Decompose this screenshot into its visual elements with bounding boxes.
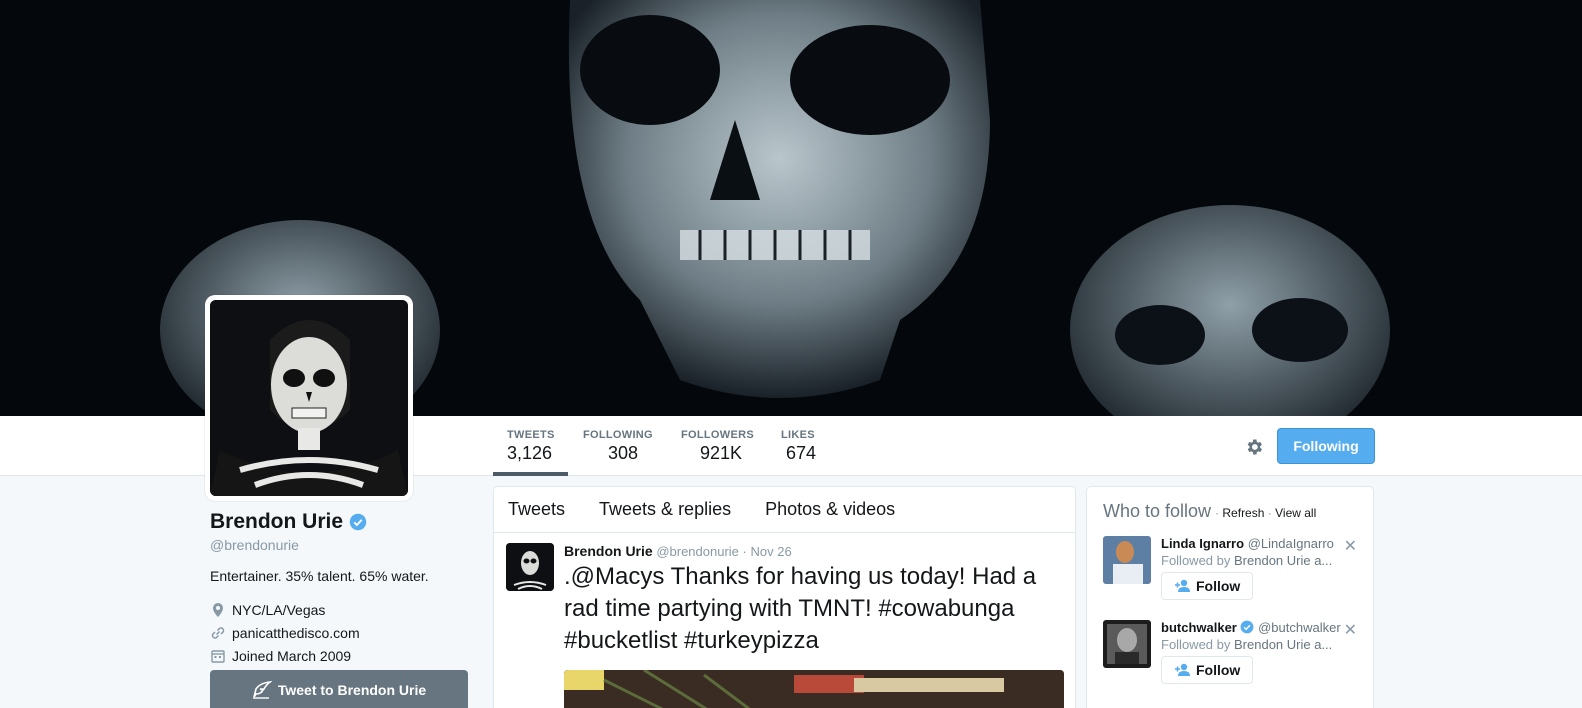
profile-bio: Entertainer. 35% talent. 65% water. [210,568,429,584]
suggestion-avatar-image [1103,620,1151,668]
profile-avatar[interactable] [205,295,413,501]
stat-following[interactable]: FOLLOWING 308 [583,416,663,476]
suggestion-avatar[interactable] [1103,536,1151,584]
tweet-photo-image [564,670,1064,708]
stat-label: FOLLOWING [583,429,653,441]
followed-by-label: Followed by [1161,637,1231,652]
followed-by-name: Brendon Urie a... [1234,637,1333,652]
link-icon [211,626,225,639]
tweet-item[interactable]: Brendon Urie @brendonurie · Nov 26 .@Mac… [494,533,1075,708]
tweet-text-prefix: . [564,563,571,590]
tab-tweets-replies[interactable]: Tweets & replies [599,499,731,520]
following-button[interactable]: Following [1277,428,1375,464]
profile-card: Brendon Urie @brendonurie Entertainer. 3… [210,510,470,667]
tweet-date[interactable]: Nov 26 [751,544,792,559]
stat-value: 3,126 [507,443,553,463]
timeline-tabs: Tweets Tweets & replies Photos & videos [494,487,1075,533]
tweet-photo[interactable] [564,670,1064,708]
suggestion-avatar[interactable] [1103,620,1151,668]
tweet-header-separator: · [742,544,747,559]
suggestion-item: butchwalker @butchwalker Followed by Bre… [1103,620,1357,690]
suggestion-name[interactable]: Linda Ignarro [1161,536,1244,551]
tweet-text: .@Macys Thanks for having us today! Had … [564,561,1063,657]
profile-handle[interactable]: @brendonurie [210,537,470,553]
follow-label: Follow [1196,662,1241,678]
gear-icon[interactable] [1244,437,1264,457]
timeline: Tweets Tweets & replies Photos & videos … [493,486,1076,708]
header-separator: · [1267,506,1272,520]
stat-followers[interactable]: FOLLOWERS 921K [681,416,761,476]
avatar-skeleton-image [210,300,408,496]
stat-likes[interactable]: LIKES 674 [781,416,821,476]
location-pin-icon [213,602,223,617]
stat-tweets[interactable]: TWEETS 3,126 [493,416,568,476]
tweet-body: Brendon Urie @brendonurie · Nov 26 .@Mac… [564,543,1064,708]
dismiss-suggestion-icon[interactable]: ✕ [1344,536,1357,556]
compose-feather-icon [252,681,272,699]
suggestion-handle[interactable]: @butchwalker [1258,620,1341,635]
view-all-link[interactable]: View all [1275,506,1316,520]
tweet-author-handle[interactable]: @brendonurie [656,544,739,559]
stat-label: LIKES [781,429,815,441]
location-row: NYC/LA/Vegas [210,598,470,621]
suggestion-item: Linda Ignarro @LindaIgnarro Followed by … [1103,536,1357,606]
followed-by-label: Followed by [1161,553,1231,568]
profile-meta: NYC/LA/Vegas panicatthedisco.com Joined … [210,598,470,667]
stat-label: FOLLOWERS [681,429,754,441]
joined-text: Joined March 2009 [232,647,352,664]
website-link[interactable]: panicatthedisco.com [232,625,360,641]
follow-label: Follow [1196,578,1241,594]
stat-label: TWEETS [507,429,555,441]
tweet-to-button[interactable]: Tweet to Brendon Urie [210,670,468,708]
tweet-author-name[interactable]: Brendon Urie [564,543,653,559]
location-text: NYC/LA/Vegas [232,601,326,618]
calendar-icon [211,649,225,663]
who-to-follow-title: Who to follow [1103,501,1212,521]
who-to-follow-module: Who to follow · Refresh · View all Linda… [1086,486,1374,708]
suggestion-followed-by: Followed by Brendon Urie a... [1161,637,1357,652]
verified-badge-icon [349,513,367,531]
suggestion-info: Linda Ignarro @LindaIgnarro Followed by … [1161,536,1357,600]
website-row: panicatthedisco.com [210,621,470,644]
tab-tweets[interactable]: Tweets [508,499,565,520]
avatar-skeleton-image [506,543,554,591]
joined-row: Joined March 2009 [210,644,470,667]
dismiss-suggestion-icon[interactable]: ✕ [1344,620,1357,640]
suggestion-info: butchwalker @butchwalker Followed by Bre… [1161,620,1357,684]
tab-photos-videos[interactable]: Photos & videos [765,499,895,520]
profile-name-row: Brendon Urie [210,510,470,534]
add-user-icon [1175,663,1190,676]
tweet-avatar[interactable] [506,543,554,591]
stat-value: 674 [785,443,817,463]
tweet-to-label: Tweet to Brendon Urie [277,682,427,698]
who-to-follow-header: Who to follow · Refresh · View all [1103,501,1357,522]
follow-button[interactable]: Follow [1161,572,1254,600]
followed-by-name: Brendon Urie a... [1234,553,1333,568]
suggestion-handle[interactable]: @LindaIgnarro [1248,536,1334,551]
follow-button[interactable]: Follow [1161,656,1254,684]
suggestion-followed-by: Followed by Brendon Urie a... [1161,553,1357,568]
refresh-link[interactable]: Refresh [1222,506,1264,520]
suggestion-avatar-image [1103,536,1151,584]
stat-value: 308 [607,443,639,463]
profile-name[interactable]: Brendon Urie [210,510,343,534]
suggestion-name[interactable]: butchwalker [1161,620,1237,635]
add-user-icon [1175,579,1190,592]
header-separator: · [1215,506,1220,520]
tweet-header: Brendon Urie @brendonurie · Nov 26 [564,543,1063,559]
tweet-mention-link[interactable]: @Macys [571,563,665,590]
verified-badge-icon [1241,620,1254,634]
stat-value: 921K [699,443,743,463]
